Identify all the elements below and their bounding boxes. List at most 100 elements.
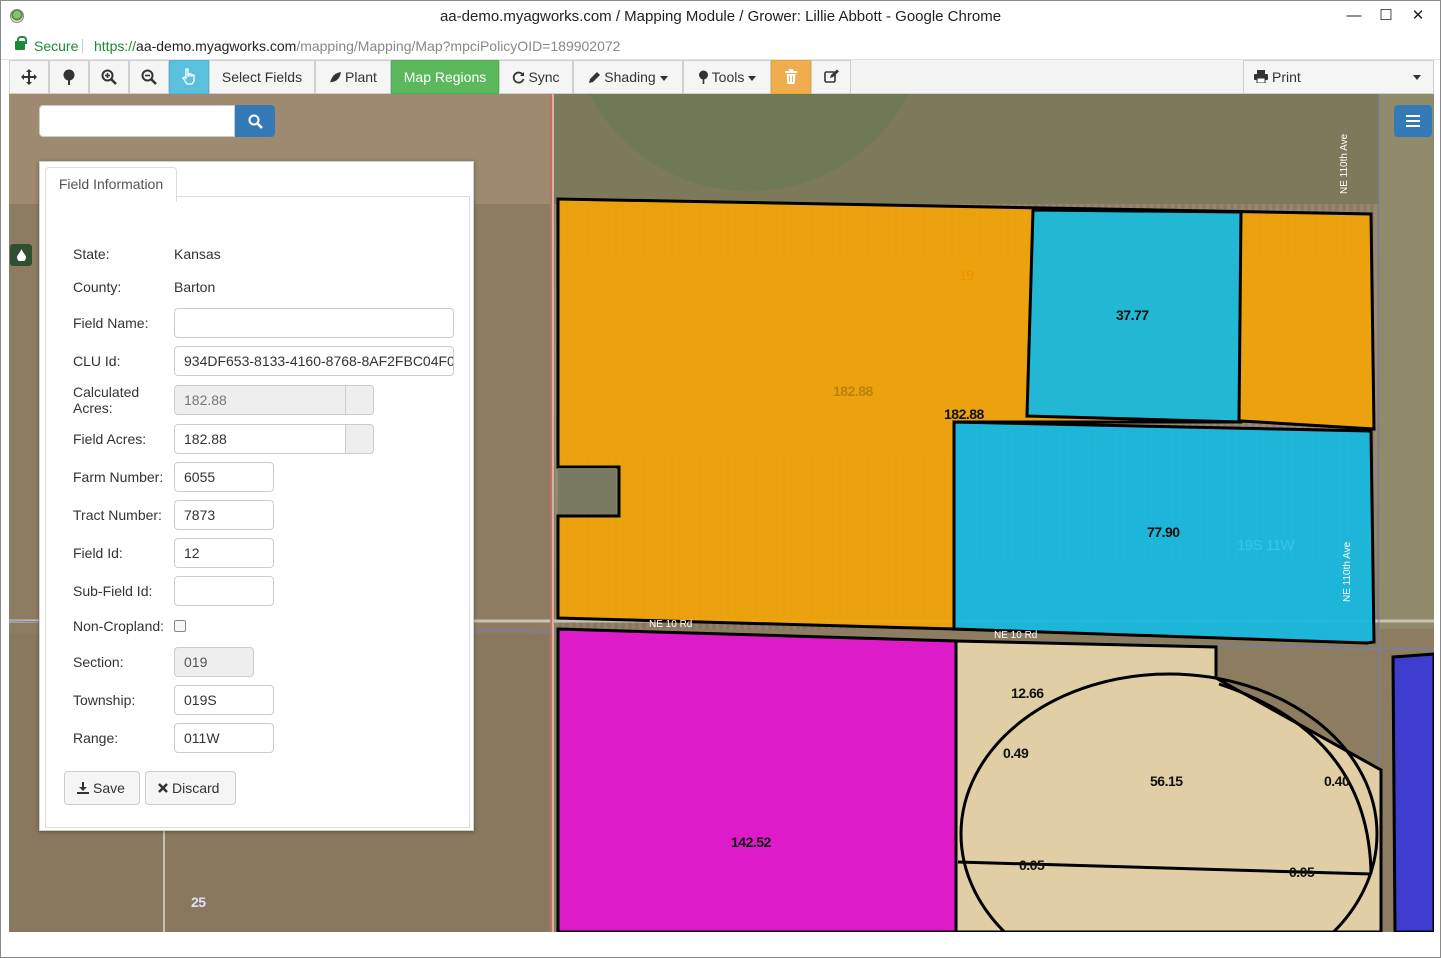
range-label: Range: [73, 730, 119, 746]
field-polygon-magenta[interactable] [556, 627, 958, 932]
select-fields-button[interactable]: Select Fields [209, 60, 315, 94]
section-label: 19 [959, 267, 974, 283]
zoom-in-icon [101, 69, 117, 85]
calculated-acres-label-line1: Calculated [73, 384, 140, 400]
orange-acres-label: 182.88 [944, 406, 984, 422]
field-acres-input[interactable]: 182.88 [174, 424, 346, 454]
move-icon [21, 69, 37, 85]
zoom-out-button[interactable] [129, 60, 169, 94]
search-button[interactable] [235, 105, 275, 137]
edit-button[interactable] [811, 60, 851, 94]
trash-icon [785, 69, 797, 84]
printer-icon [1254, 70, 1268, 84]
calculated-acres-input: 182.88 [174, 385, 346, 415]
layers-menu-button[interactable] [1394, 105, 1432, 137]
download-icon [77, 782, 89, 794]
zoom-in-button[interactable] [89, 60, 129, 94]
county-value: Barton [174, 279, 216, 295]
close-icon [158, 783, 168, 793]
title-bar: aa-demo.myagworks.com / Mapping Module /… [1, 1, 1440, 32]
farmstead [558, 468, 616, 514]
township-range-label: 19S 11W [1237, 537, 1295, 554]
tools-label: Tools [711, 69, 745, 85]
save-label: Save [93, 780, 125, 796]
delete-button[interactable] [771, 60, 811, 94]
avenue-label: NE 110th Ave [1342, 541, 1353, 602]
field-id-label: Field Id: [73, 545, 123, 561]
shading-button[interactable]: Shading [573, 60, 683, 94]
field-acres-addon[interactable] [346, 424, 374, 454]
map-regions-button[interactable]: Map Regions [391, 60, 499, 94]
save-button[interactable]: Save [64, 771, 140, 805]
farm-number-input[interactable]: 6055 [174, 462, 274, 492]
tree-button[interactable] [49, 60, 89, 94]
tan-bottom-right-label: 0.05 [1289, 864, 1315, 880]
plant-button[interactable]: Plant [315, 60, 391, 94]
discard-button[interactable]: Discard [145, 771, 236, 805]
shading-label: Shading [604, 69, 656, 85]
field-name-label: Field Name: [73, 315, 149, 331]
calculated-acres-label-line2: Acres: [73, 400, 113, 416]
range-input[interactable]: 011W [174, 723, 274, 753]
orange-faint-label: 182.88 [833, 383, 873, 399]
state-value: Kansas [174, 246, 221, 262]
close-button[interactable]: ✕ [1395, 1, 1441, 32]
tree-icon [63, 69, 75, 85]
pin-icon [698, 70, 708, 84]
chevron-down-icon [1413, 75, 1421, 80]
url-host: aa-demo.myagworks.com [136, 38, 297, 54]
search-input[interactable] [39, 105, 235, 137]
calculated-acres-label: Calculated Acres: [73, 384, 139, 416]
pan-button[interactable] [9, 60, 49, 94]
farm-number-label: Farm Number: [73, 469, 164, 485]
field-info-panel: Field Information State: Kansas County: … [39, 161, 474, 831]
window-title: aa-demo.myagworks.com / Mapping Module /… [439, 8, 1002, 25]
select-pointer-button[interactable] [169, 60, 209, 94]
field-info-form: State: Kansas County: Barton Field Name:… [45, 196, 470, 828]
url-text[interactable]: https://aa-demo.myagworks.com/mapping/Ma… [94, 32, 620, 60]
pencil-icon [589, 72, 601, 83]
list-icon [1406, 115, 1420, 127]
print-label: Print [1272, 69, 1301, 85]
sync-button[interactable]: Sync [499, 60, 573, 94]
leaf-icon [330, 72, 342, 83]
app-icon [10, 9, 24, 23]
search-icon [248, 114, 263, 129]
field-id-input[interactable]: 12 [174, 538, 274, 568]
tan-left-label: 0.49 [1003, 745, 1029, 761]
discard-label: Discard [172, 780, 220, 796]
clu-id-input[interactable]: 934DF653-8133-4160-8768-8AF2FBC04F0 [174, 346, 454, 376]
corner-section-label: 25 [191, 894, 206, 910]
field-name-input[interactable] [174, 308, 454, 338]
browser-window: aa-demo.myagworks.com / Mapping Module /… [0, 0, 1441, 958]
url-scheme: https:// [94, 38, 137, 54]
tan-top-label: 12.66 [1011, 685, 1044, 701]
plant-label: Plant [345, 69, 377, 85]
township-label: Township: [73, 692, 136, 708]
tract-number-input[interactable]: 7873 [174, 500, 274, 530]
zoom-out-icon [141, 69, 157, 85]
tan-bottom-left-label: 0.05 [1019, 857, 1045, 873]
address-bar[interactable]: Secure https://aa-demo.myagworks.com/map… [1, 32, 1440, 60]
chevron-down-icon [659, 75, 668, 81]
map-toolbar: Select Fields Plant Map Regions Sync Sha… [9, 60, 1434, 94]
tan-right-label: 0.40 [1324, 773, 1350, 789]
state-label: State: [73, 246, 110, 262]
url-path: /mapping/Mapping/Map?mpciPolicyOID=18990… [296, 38, 621, 54]
tan-center-label: 56.15 [1150, 773, 1183, 789]
cyan-bottom-label: 77.90 [1147, 524, 1180, 540]
tab-field-information[interactable]: Field Information [45, 167, 177, 202]
print-button[interactable]: Print [1243, 60, 1434, 94]
tools-button[interactable]: Tools [683, 60, 771, 94]
section-label: Section: [73, 654, 124, 670]
township-input[interactable]: 019S [174, 685, 274, 715]
address-divider [82, 39, 83, 53]
field-polygon-blue[interactable] [1391, 652, 1434, 932]
water-drop-button[interactable] [10, 244, 32, 266]
subfield-id-input[interactable] [174, 576, 274, 606]
sync-label: Sync [528, 69, 560, 85]
noncropland-checkbox[interactable] [174, 620, 186, 632]
magenta-acres-label: 142.52 [731, 834, 771, 850]
field-acres-label: Field Acres: [73, 431, 147, 447]
calculated-acres-addon [346, 385, 374, 415]
